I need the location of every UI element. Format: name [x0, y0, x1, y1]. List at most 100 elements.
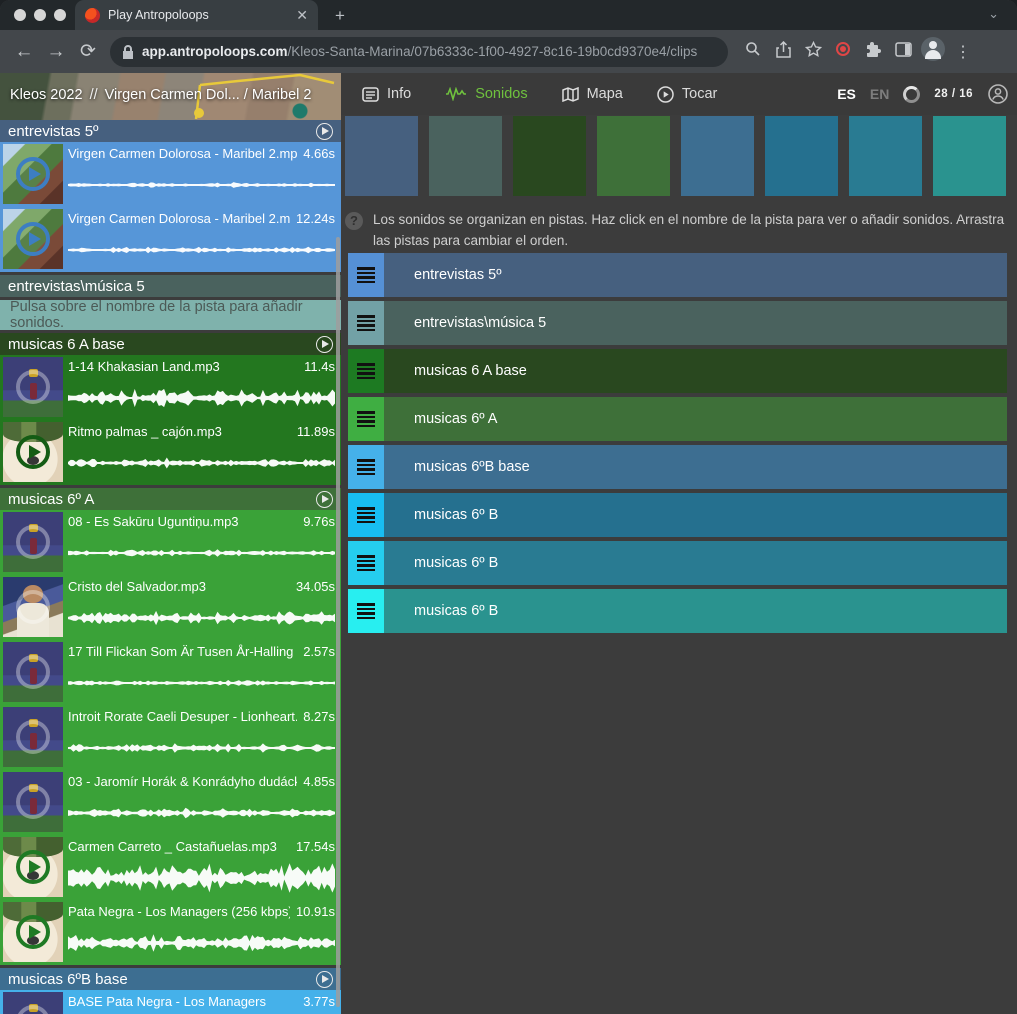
- track-color-swatch[interactable]: [933, 116, 1006, 196]
- track-color-swatch[interactable]: [765, 116, 838, 196]
- section-title[interactable]: entrevistas 5º: [8, 123, 316, 140]
- share-icon[interactable]: [768, 41, 798, 63]
- clip-waveform[interactable]: [68, 794, 335, 832]
- track-drag-handle[interactable]: [348, 349, 384, 393]
- track-name[interactable]: musicas 6º B: [384, 493, 1007, 537]
- track-name[interactable]: entrevistas 5º: [384, 253, 1007, 297]
- clip-play-icon[interactable]: [16, 850, 50, 884]
- forward-button[interactable]: →: [40, 41, 72, 63]
- clips-panel-scrollbar[interactable]: [336, 237, 340, 1007]
- window-controls[interactable]: [14, 9, 66, 21]
- account-icon[interactable]: [987, 83, 1009, 105]
- track-drag-handle[interactable]: [348, 541, 384, 585]
- address-bar[interactable]: app.antropoloops.com/Kleos-Santa-Marina/…: [110, 37, 728, 67]
- clip-waveform[interactable]: [68, 166, 335, 204]
- clip-item[interactable]: 17 Till Flickan Som Är Tusen År-Halling …: [0, 640, 341, 705]
- kebab-menu-icon[interactable]: ⋮: [948, 42, 978, 62]
- track-drag-handle[interactable]: [348, 493, 384, 537]
- reload-button[interactable]: ⟳: [72, 40, 104, 63]
- clip-item[interactable]: 1-14 Khakasian Land.mp3 11.4s: [0, 355, 341, 420]
- section-header[interactable]: entrevistas 5º: [0, 120, 341, 142]
- record-extension-icon[interactable]: [828, 42, 858, 61]
- section-play-icon[interactable]: [316, 336, 333, 353]
- track-row[interactable]: musicas 6º B: [348, 589, 1007, 633]
- clip-play-icon[interactable]: [16, 370, 50, 404]
- section-title[interactable]: musicas 6 A base: [8, 336, 316, 353]
- track-name[interactable]: musicas 6º A: [384, 397, 1007, 441]
- soccer-thumbnail[interactable]: [3, 357, 63, 417]
- balcony-thumbnail[interactable]: [3, 144, 63, 204]
- dog-thumbnail[interactable]: [3, 902, 63, 962]
- minimize-window-button[interactable]: [34, 9, 46, 21]
- clip-waveform[interactable]: [68, 664, 335, 702]
- dog-thumbnail[interactable]: [3, 422, 63, 482]
- balcony-thumbnail[interactable]: [3, 209, 63, 269]
- track-row[interactable]: musicas 6º A: [348, 397, 1007, 441]
- tab-close-icon[interactable]: ✕: [296, 8, 308, 22]
- clip-play-icon[interactable]: [16, 525, 50, 559]
- track-name[interactable]: musicas 6º B: [384, 589, 1007, 633]
- tab-tocar[interactable]: Tocar: [647, 73, 727, 115]
- clip-play-icon[interactable]: [16, 785, 50, 819]
- clip-item[interactable]: Pata Negra - Los Managers (256 kbps).mp3…: [0, 900, 341, 965]
- clip-item[interactable]: Virgen Carmen Dolorosa - Maribel 2.mp3 4…: [0, 142, 341, 207]
- clip-item[interactable]: Cristo del Salvador.mp3 34.05s: [0, 575, 341, 640]
- track-name[interactable]: musicas 6 A base: [384, 349, 1007, 393]
- tab-mapa[interactable]: Mapa: [552, 73, 633, 115]
- section-play-icon[interactable]: [316, 123, 333, 140]
- track-row[interactable]: musicas 6º B: [348, 541, 1007, 585]
- soccer-thumbnail[interactable]: [3, 642, 63, 702]
- clip-waveform[interactable]: [68, 859, 335, 897]
- clip-play-icon[interactable]: [16, 590, 50, 624]
- track-color-swatch[interactable]: [513, 116, 586, 196]
- browser-avatar[interactable]: [918, 37, 948, 66]
- soccer-thumbnail[interactable]: [3, 512, 63, 572]
- track-row[interactable]: musicas 6 A base: [348, 349, 1007, 393]
- clip-item[interactable]: BASE Pata Negra - Los Managers 3.77s: [0, 990, 341, 1014]
- soccer-thumbnail[interactable]: [3, 992, 63, 1014]
- soccer-thumbnail[interactable]: [3, 772, 63, 832]
- url-text[interactable]: app.antropoloops.com/Kleos-Santa-Marina/…: [142, 44, 697, 59]
- clip-item[interactable]: Introit Rorate Caeli Desuper - Lionheart…: [0, 705, 341, 770]
- browser-tab[interactable]: Play Antropoloops ✕: [75, 0, 318, 30]
- clip-waveform[interactable]: [68, 924, 335, 962]
- tab-search-chevron-icon[interactable]: ⌄: [988, 6, 999, 22]
- track-row[interactable]: musicas 6ºB base: [348, 445, 1007, 489]
- track-name[interactable]: entrevistas\música 5: [384, 301, 1007, 345]
- lang-en-button[interactable]: EN: [870, 86, 889, 102]
- track-color-swatch[interactable]: [849, 116, 922, 196]
- track-drag-handle[interactable]: [348, 397, 384, 441]
- track-row[interactable]: musicas 6º B: [348, 493, 1007, 537]
- section-header[interactable]: musicas 6º A: [0, 488, 341, 510]
- clip-play-icon[interactable]: [16, 720, 50, 754]
- close-window-button[interactable]: [14, 9, 26, 21]
- breadcrumb-path[interactable]: Virgen Carmen Dol... / Maribel 2: [105, 87, 312, 103]
- clip-item[interactable]: Virgen Carmen Dolorosa - Maribel 2.mp3 1…: [0, 207, 341, 272]
- clip-item[interactable]: 08 - Es Sakūru Uguntiņu.mp3 9.76s: [0, 510, 341, 575]
- side-panel-icon[interactable]: [888, 42, 918, 62]
- clip-item[interactable]: 03 - Jaromír Horák & Konrádyho dudácká .…: [0, 770, 341, 835]
- section-header[interactable]: musicas 6ºB base: [0, 968, 341, 990]
- clip-play-icon[interactable]: [16, 435, 50, 469]
- clip-item[interactable]: Ritmo palmas _ cajón.mp3 11.89s: [0, 420, 341, 485]
- track-name[interactable]: musicas 6ºB base: [384, 445, 1007, 489]
- clip-play-icon[interactable]: [16, 1005, 50, 1014]
- section-play-icon[interactable]: [316, 491, 333, 508]
- clip-waveform[interactable]: [68, 444, 335, 482]
- lang-es-button[interactable]: ES: [837, 86, 856, 102]
- zoom-page-icon[interactable]: [738, 41, 768, 62]
- section-header[interactable]: musicas 6 A base: [0, 333, 341, 355]
- jesus-thumbnail[interactable]: [3, 577, 63, 637]
- track-row[interactable]: entrevistas 5º: [348, 253, 1007, 297]
- new-tab-button[interactable]: +: [328, 4, 352, 28]
- section-title[interactable]: entrevistas\música 5: [8, 278, 333, 295]
- clip-play-icon[interactable]: [16, 222, 50, 256]
- breadcrumb[interactable]: Kleos 2022//Virgen Carmen Dol... / Marib…: [10, 87, 311, 103]
- track-drag-handle[interactable]: [348, 445, 384, 489]
- section-header[interactable]: entrevistas\música 5: [0, 275, 341, 297]
- track-drag-handle[interactable]: [348, 301, 384, 345]
- track-color-swatch[interactable]: [597, 116, 670, 196]
- clip-waveform[interactable]: [68, 534, 335, 572]
- clip-waveform[interactable]: [68, 729, 335, 767]
- track-name[interactable]: musicas 6º B: [384, 541, 1007, 585]
